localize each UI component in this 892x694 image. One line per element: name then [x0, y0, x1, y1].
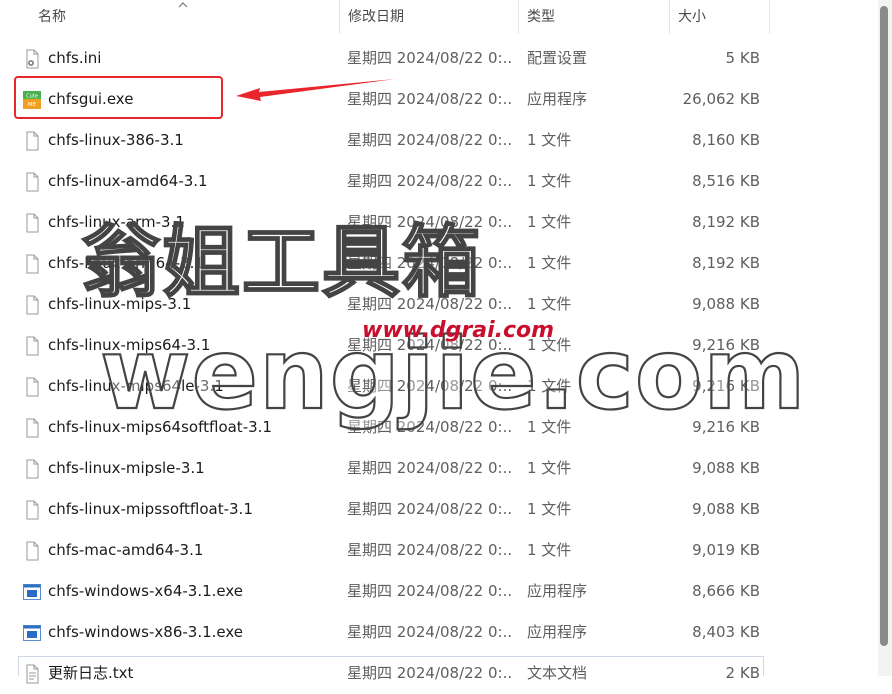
blank-file-icon: [22, 131, 42, 151]
file-size: 8,192 KB: [692, 254, 760, 272]
blank-file-icon: [22, 377, 42, 397]
file-date: 星期四 2024/08/22 0:...: [347, 582, 512, 600]
selection-frame: [18, 656, 764, 676]
blank-file-icon: [22, 418, 42, 438]
file-size: 8,160 KB: [692, 131, 760, 149]
file-date: 星期四 2024/08/22 0:...: [347, 541, 512, 559]
column-divider[interactable]: [769, 0, 770, 34]
blank-file-icon: [22, 254, 42, 274]
file-name: chfs-windows-x86-3.1.exe: [48, 623, 244, 641]
blank-file-icon: [22, 541, 42, 561]
file-size: 9,088 KB: [692, 500, 760, 518]
column-header-type-label: 类型: [527, 9, 555, 25]
file-size: 8,403 KB: [692, 623, 760, 641]
highlight-box: [14, 76, 223, 119]
file-size: 8,192 KB: [692, 213, 760, 231]
file-date: 星期四 2024/08/22 0:...: [347, 623, 512, 641]
sort-ascending-icon: [178, 2, 188, 8]
file-size: 26,062 KB: [682, 90, 760, 108]
file-name: chfs-linux-mipsle-3.1: [48, 459, 205, 477]
blank-file-icon: [22, 213, 42, 233]
file-row[interactable]: chfs-linux-amd64-3.1 星期四 2024/08/22 0:...…: [0, 161, 892, 202]
file-size: 8,516 KB: [692, 172, 760, 190]
watermark-title: 翁姐工具箱: [81, 217, 483, 309]
exe-app-icon: [22, 623, 42, 643]
file-row[interactable]: chfs-linux-mipssoftfloat-3.1 星期四 2024/08/…: [0, 489, 892, 530]
pointer-arrow-icon: [236, 79, 395, 101]
file-date: 星期四 2024/08/22 0:...: [347, 500, 512, 518]
file-name: chfs-linux-amd64-3.1: [48, 172, 208, 190]
column-header-name-label: 名称: [38, 9, 66, 25]
blank-file-icon: [22, 336, 42, 356]
file-size: 9,019 KB: [692, 541, 760, 559]
file-row[interactable]: chfs.ini 星期四 2024/08/22 0:... 配置设置 5 KB: [0, 38, 892, 79]
file-date: 星期四 2024/08/22 0:...: [347, 172, 512, 190]
column-header-bar: 名称 修改日期 类型 大小: [0, 0, 892, 36]
column-header-size[interactable]: 大小: [670, 0, 770, 34]
config-file-icon: [22, 49, 42, 69]
watermark-url: www.dgrai.com: [362, 318, 555, 343]
file-size: 8,666 KB: [692, 582, 760, 600]
blank-file-icon: [22, 172, 42, 192]
blank-file-icon: [22, 295, 42, 315]
file-date: 星期四 2024/08/22 0:...: [347, 459, 512, 477]
column-header-date[interactable]: 修改日期: [340, 0, 518, 34]
file-row[interactable]: chfs-windows-x86-3.1.exe 星期四 2024/08/22 0…: [0, 612, 892, 653]
file-row[interactable]: chfs-mac-amd64-3.1 星期四 2024/08/22 0:... 1 …: [0, 530, 892, 571]
scrollbar-thumb[interactable]: [880, 6, 888, 646]
file-row[interactable]: chfs-linux-386-3.1 星期四 2024/08/22 0:... 1 …: [0, 120, 892, 161]
blank-file-icon: [22, 500, 42, 520]
column-header-date-label: 修改日期: [348, 9, 404, 25]
file-name: chfs-windows-x64-3.1.exe: [48, 582, 244, 600]
file-name: chfs-linux-386-3.1: [48, 131, 184, 149]
column-header-size-label: 大小: [678, 9, 706, 25]
exe-app-icon: [22, 582, 42, 602]
blank-file-icon: [22, 459, 42, 479]
column-header-type[interactable]: 类型: [519, 0, 669, 34]
file-row[interactable]: chfs-windows-x64-3.1.exe 星期四 2024/08/22 0…: [0, 571, 892, 612]
file-name: chfs-mac-amd64-3.1: [48, 541, 204, 559]
file-date: 星期四 2024/08/22 0:...: [347, 131, 512, 149]
file-size: 9,088 KB: [692, 459, 760, 477]
file-row[interactable]: chfs-linux-mipsle-3.1 星期四 2024/08/22 0:..…: [0, 448, 892, 489]
file-size: 5 KB: [725, 49, 760, 67]
file-name: chfs-linux-mipssoftfloat-3.1: [48, 500, 253, 518]
